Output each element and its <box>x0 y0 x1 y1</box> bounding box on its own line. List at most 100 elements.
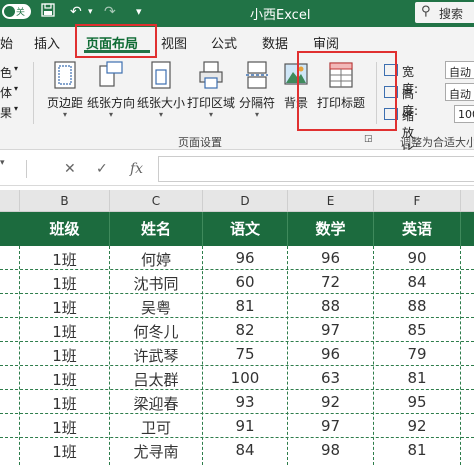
table-cell[interactable]: 1班 <box>20 441 109 462</box>
chevron-down-icon: ▾ <box>254 110 259 119</box>
formula-input[interactable] <box>158 156 474 182</box>
table-cell[interactable]: 96 <box>203 249 287 267</box>
chevron-down-icon[interactable]: ▾ <box>14 84 18 93</box>
table-cell[interactable]: 75 <box>203 345 287 363</box>
column-header-c[interactable]: C <box>110 194 202 208</box>
table-cell[interactable]: 60 <box>203 273 287 291</box>
table-cell[interactable]: 82 <box>203 321 287 339</box>
table-cell[interactable]: 98 <box>288 441 373 459</box>
table-cell[interactable]: 95 <box>374 393 460 411</box>
confirm-icon[interactable]: ✓ <box>96 161 108 177</box>
print-area-button[interactable]: 打印区域 ▾ <box>186 58 236 130</box>
table-cell[interactable]: 72 <box>288 273 373 291</box>
search-box[interactable]: ⚲ 搜索 <box>415 2 474 23</box>
header-chinese[interactable]: 语文 <box>203 218 287 239</box>
autosave-toggle[interactable]: 关 <box>2 4 31 19</box>
grid-line <box>287 246 288 465</box>
table-cell[interactable]: 1班 <box>20 417 109 438</box>
table-cell[interactable]: 1班 <box>20 249 109 270</box>
table-cell[interactable]: 88 <box>288 297 373 315</box>
table-cell[interactable]: 85 <box>374 321 460 339</box>
header-math[interactable]: 数学 <box>288 218 373 239</box>
table-cell[interactable]: 何婷 <box>110 249 202 270</box>
table-cell[interactable]: 1班 <box>20 345 109 366</box>
table-cell[interactable]: 尤寻南 <box>110 441 202 462</box>
column-header-d[interactable]: D <box>203 194 287 208</box>
table-cell[interactable]: 91 <box>203 417 287 435</box>
tab-insert[interactable]: 插入 <box>34 33 60 52</box>
table-cell[interactable]: 1班 <box>20 321 109 342</box>
table-cell[interactable]: 1班 <box>20 297 109 318</box>
table-cell[interactable]: 81 <box>374 369 460 387</box>
grid-line <box>109 246 110 465</box>
title-bar: 关 ↶ ▾ ↷ ▾ 小西Excel ⚲ 搜索 <box>0 0 474 27</box>
undo-icon[interactable]: ↶ <box>70 3 82 21</box>
table-cell[interactable]: 92 <box>374 417 460 435</box>
undo-dropdown-icon[interactable]: ▾ <box>88 3 93 21</box>
tab-view[interactable]: 视图 <box>161 33 187 52</box>
name-box-dropdown-icon[interactable]: ▾ <box>0 158 18 180</box>
cancel-icon[interactable]: ✕ <box>64 161 76 177</box>
height-select[interactable]: 自动 <box>445 83 474 101</box>
tab-data[interactable]: 数据 <box>262 33 288 52</box>
save-icon[interactable] <box>41 3 55 22</box>
table-cell[interactable]: 96 <box>288 345 373 363</box>
chevron-down-icon[interactable]: ▾ <box>14 64 18 73</box>
header-class[interactable]: 班级 <box>20 218 109 239</box>
table-header-row: 班级 姓名 语文 数学 英语 <box>0 212 474 246</box>
table-cell[interactable]: 92 <box>288 393 373 411</box>
table-cell[interactable]: 97 <box>288 417 373 435</box>
column-header-e[interactable]: E <box>288 194 373 208</box>
table-cell[interactable]: 79 <box>374 345 460 363</box>
table-cell[interactable]: 63 <box>288 369 373 387</box>
table-cell[interactable]: 1班 <box>20 393 109 414</box>
breaks-label: 分隔符 <box>238 96 275 110</box>
table-cell[interactable]: 吴粤 <box>110 297 202 318</box>
chevron-down-icon[interactable]: ▾ <box>14 104 18 113</box>
grid-line <box>202 246 203 465</box>
orientation-button[interactable]: 纸张方向 ▾ <box>86 58 136 130</box>
table-cell[interactable]: 100 <box>203 369 287 387</box>
print-area-icon <box>199 61 223 89</box>
table-cell[interactable]: 84 <box>203 441 287 459</box>
table-cell[interactable]: 何冬儿 <box>110 321 202 342</box>
tab-formulas[interactable]: 公式 <box>211 33 237 52</box>
tab-home[interactable]: 始 <box>0 33 13 52</box>
table-cell[interactable]: 93 <box>203 393 287 411</box>
breaks-button[interactable]: 分隔符 ▾ <box>237 58 277 130</box>
table-cell[interactable]: 卫可 <box>110 417 202 438</box>
table-cell[interactable]: 97 <box>288 321 373 339</box>
table-body: 1班 何婷 96 96 90 1班 沈书同 60 72 84 1班 吴粤 81 … <box>0 246 474 465</box>
paper-size-button[interactable]: 纸张大小 ▾ <box>136 58 186 130</box>
margins-button[interactable]: 页边距 ▾ <box>44 58 86 130</box>
header-english[interactable]: 英语 <box>374 218 460 239</box>
table-cell[interactable]: 90 <box>374 249 460 267</box>
customize-toolbar-icon[interactable]: ▾ <box>136 3 142 21</box>
column-header-b[interactable]: B <box>20 194 109 208</box>
table-cell[interactable]: 81 <box>374 441 460 459</box>
table-cell[interactable]: 沈书同 <box>110 273 202 294</box>
paper-size-label: 纸张大小 <box>136 96 185 110</box>
tab-review[interactable]: 审阅 <box>313 33 339 52</box>
table-cell[interactable]: 许武琴 <box>110 345 202 366</box>
width-select[interactable]: 自动 <box>445 61 474 79</box>
page-setup-group-label: 页面设置 <box>178 136 222 149</box>
insert-function-icon[interactable]: fx <box>130 161 143 177</box>
table-cell[interactable]: 88 <box>374 297 460 315</box>
redo-icon[interactable]: ↷ <box>104 3 116 21</box>
table-cell[interactable]: 84 <box>374 273 460 291</box>
table-cell[interactable]: 梁迎春 <box>110 393 202 414</box>
grid-line <box>460 246 461 465</box>
page-setup-dialog-launcher-icon[interactable]: ◲ <box>364 134 373 144</box>
ribbon-fragment: 果 <box>0 106 13 120</box>
table-cell[interactable]: 1班 <box>20 369 109 390</box>
table-cell[interactable]: 96 <box>288 249 373 267</box>
table-cell[interactable]: 吕太群 <box>110 369 202 390</box>
scale-group-label: 调整为合适大小 <box>400 136 474 149</box>
column-header-f[interactable]: F <box>374 194 460 208</box>
header-name[interactable]: 姓名 <box>110 218 202 239</box>
table-cell[interactable]: 1班 <box>20 273 109 294</box>
zoom-input[interactable]: 100 <box>454 105 474 123</box>
chevron-down-icon: ▾ <box>62 110 67 119</box>
table-cell[interactable]: 81 <box>203 297 287 315</box>
